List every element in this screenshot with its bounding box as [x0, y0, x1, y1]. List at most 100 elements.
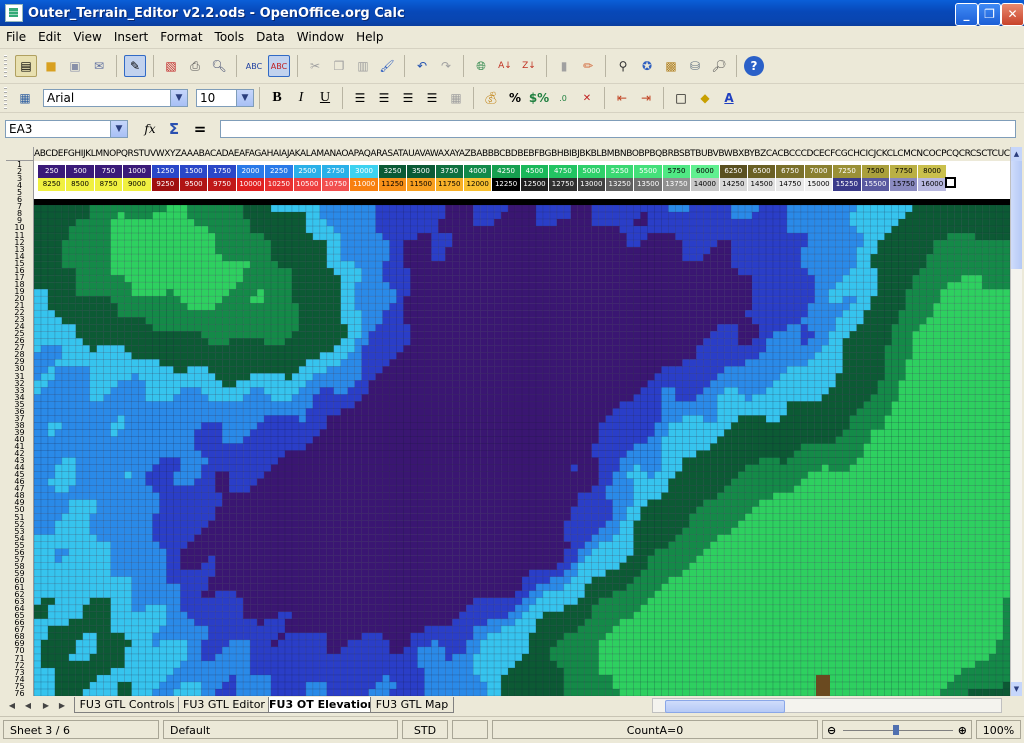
- legend-cell[interactable]: 10000: [236, 178, 265, 191]
- legend-cell[interactable]: 1000: [123, 165, 151, 178]
- spellcheck-icon[interactable]: ABC: [244, 56, 264, 76]
- underline-button[interactable]: U: [315, 88, 335, 108]
- autospellcheck-icon[interactable]: ABC: [268, 55, 290, 77]
- gallery-icon[interactable]: ▩: [661, 56, 681, 76]
- undo-icon[interactable]: ↶: [412, 56, 432, 76]
- legend-cell[interactable]: 3750: [435, 165, 463, 178]
- legend-cell[interactable]: 8750: [94, 178, 123, 191]
- legend-cell[interactable]: 12250: [492, 178, 520, 191]
- legend-cell[interactable]: 10250: [265, 178, 293, 191]
- open-folder-icon[interactable]: ■: [41, 56, 61, 76]
- tab-fu3-ot-elevation[interactable]: FU3 OT Elevation: [268, 697, 375, 713]
- legend-cell[interactable]: 4000: [464, 165, 492, 178]
- legend-cell[interactable]: 5000: [577, 165, 605, 178]
- font-name-select[interactable]: Arial ▼: [43, 89, 188, 107]
- selection-mode[interactable]: STD: [402, 720, 448, 739]
- elevation-legend[interactable]: 250 500 750 1000 1250 1500 1750 2000 2250 2500 275…: [34, 161, 1010, 201]
- tab-fu3-gtl-map[interactable]: FU3 GTL Map: [370, 697, 454, 713]
- selected-cell-cursor[interactable]: [945, 177, 956, 188]
- copy-icon[interactable]: ❐: [329, 56, 349, 76]
- maximize-button[interactable]: ❐: [978, 3, 1001, 26]
- menu-view[interactable]: View: [67, 30, 107, 44]
- legend-cell[interactable]: 8500: [66, 178, 94, 191]
- legend-cell[interactable]: 250: [38, 165, 66, 178]
- font-color-icon[interactable]: A: [719, 88, 739, 108]
- zoom-in-icon[interactable]: ⊕: [958, 721, 967, 738]
- legend-cell[interactable]: 750: [94, 165, 123, 178]
- legend-cell[interactable]: 4500: [520, 165, 549, 178]
- legend-cell[interactable]: 5250: [606, 165, 634, 178]
- increase-indent-icon[interactable]: ⇥: [636, 88, 656, 108]
- legend-cell[interactable]: 13750: [662, 178, 691, 191]
- legend-cell[interactable]: 1500: [180, 165, 208, 178]
- legend-cell[interactable]: 4750: [549, 165, 577, 178]
- legend-cell[interactable]: 1250: [151, 165, 179, 178]
- legend-cell[interactable]: 7750: [890, 165, 918, 178]
- font-size-select[interactable]: 10 ▼: [196, 89, 254, 107]
- scroll-down-icon[interactable]: ▼: [1011, 682, 1022, 696]
- print-preview-icon[interactable]: 🔍︎: [209, 56, 229, 76]
- legend-cell[interactable]: 15750: [890, 178, 918, 191]
- legend-cell[interactable]: 6750: [776, 165, 804, 178]
- scroll-up-icon[interactable]: ▲: [1011, 147, 1022, 161]
- decrease-indent-icon[interactable]: ⇤: [612, 88, 632, 108]
- align-left-icon[interactable]: ☰: [350, 88, 370, 108]
- menu-help[interactable]: Help: [350, 30, 389, 44]
- new-document-icon[interactable]: ▤: [15, 55, 37, 77]
- format-paintbrush-icon[interactable]: 🖌︎: [377, 56, 397, 76]
- prev-sheet-icon[interactable]: ◀: [22, 699, 34, 712]
- zoom-slider[interactable]: ⊖ ⊕: [822, 720, 972, 739]
- legend-cell[interactable]: 8000: [918, 165, 946, 178]
- toolbar-grip[interactable]: [4, 87, 7, 109]
- horizontal-scrollbar[interactable]: [652, 698, 1002, 713]
- legend-cell[interactable]: 7500: [861, 165, 889, 178]
- percent-format-icon[interactable]: %: [505, 88, 525, 108]
- legend-cell[interactable]: 1750: [208, 165, 236, 178]
- sort-ascending-icon[interactable]: A↓: [495, 56, 515, 76]
- terrain-marker[interactable]: [816, 675, 830, 696]
- merge-cells-icon[interactable]: ▦: [446, 88, 466, 108]
- menu-format[interactable]: Format: [154, 30, 208, 44]
- legend-cell[interactable]: 500: [66, 165, 94, 178]
- align-center-icon[interactable]: ☰: [374, 88, 394, 108]
- legend-cell[interactable]: 3000: [350, 165, 378, 178]
- legend-cell[interactable]: 3500: [407, 165, 435, 178]
- legend-cell[interactable]: 2500: [293, 165, 321, 178]
- legend-cell[interactable]: 9500: [180, 178, 208, 191]
- zoom-handle[interactable]: [893, 725, 899, 735]
- legend-cell[interactable]: 5500: [634, 165, 662, 178]
- legend-cell[interactable]: 2250: [265, 165, 293, 178]
- redo-icon[interactable]: ↷: [436, 56, 456, 76]
- tab-fu3-gtl-controls[interactable]: FU3 GTL Controls: [74, 697, 180, 713]
- first-sheet-icon[interactable]: ◀: [6, 699, 18, 712]
- add-decimal-icon[interactable]: .0: [553, 88, 573, 108]
- legend-cell[interactable]: 2750: [322, 165, 350, 178]
- name-box[interactable]: EA3 ▼: [5, 120, 128, 138]
- edit-file-icon[interactable]: ✎: [124, 55, 146, 77]
- minimize-button[interactable]: _: [955, 3, 978, 26]
- menu-tools[interactable]: Tools: [209, 30, 251, 44]
- bold-button[interactable]: B: [267, 88, 287, 108]
- print-icon[interactable]: ⎙: [185, 56, 205, 76]
- row-headers[interactable]: 1 2 3 4 5 6 7 8 9 10 11 12 13 14 15 16 17 18 19 20 21 22 23 24 2…: [6, 161, 34, 696]
- equals-button[interactable]: =: [190, 119, 210, 139]
- chevron-down-icon[interactable]: ▼: [170, 90, 187, 106]
- find-replace-icon[interactable]: ⚲: [613, 56, 633, 76]
- menu-edit[interactable]: Edit: [32, 30, 67, 44]
- legend-cell[interactable]: 14250: [719, 178, 747, 191]
- background-color-icon[interactable]: ◆: [695, 88, 715, 108]
- next-sheet-icon[interactable]: ▶: [40, 699, 52, 712]
- legend-cell[interactable]: 12500: [520, 178, 549, 191]
- legend-cell[interactable]: 7000: [804, 165, 833, 178]
- show-draw-functions-icon[interactable]: ✏: [578, 56, 598, 76]
- menu-window[interactable]: Window: [291, 30, 350, 44]
- zoom-level[interactable]: 100%: [976, 720, 1021, 739]
- legend-cell[interactable]: 14500: [748, 178, 776, 191]
- legend-cell[interactable]: 15500: [861, 178, 889, 191]
- legend-cell[interactable]: 10500: [293, 178, 321, 191]
- zoom-out-icon[interactable]: ⊖: [827, 721, 836, 738]
- legend-cell[interactable]: 11000: [350, 178, 378, 191]
- tab-fu3-gtl-editor[interactable]: FU3 GTL Editor: [178, 697, 270, 713]
- sort-descending-icon[interactable]: Z↓: [519, 56, 539, 76]
- help-icon[interactable]: ?: [744, 56, 764, 76]
